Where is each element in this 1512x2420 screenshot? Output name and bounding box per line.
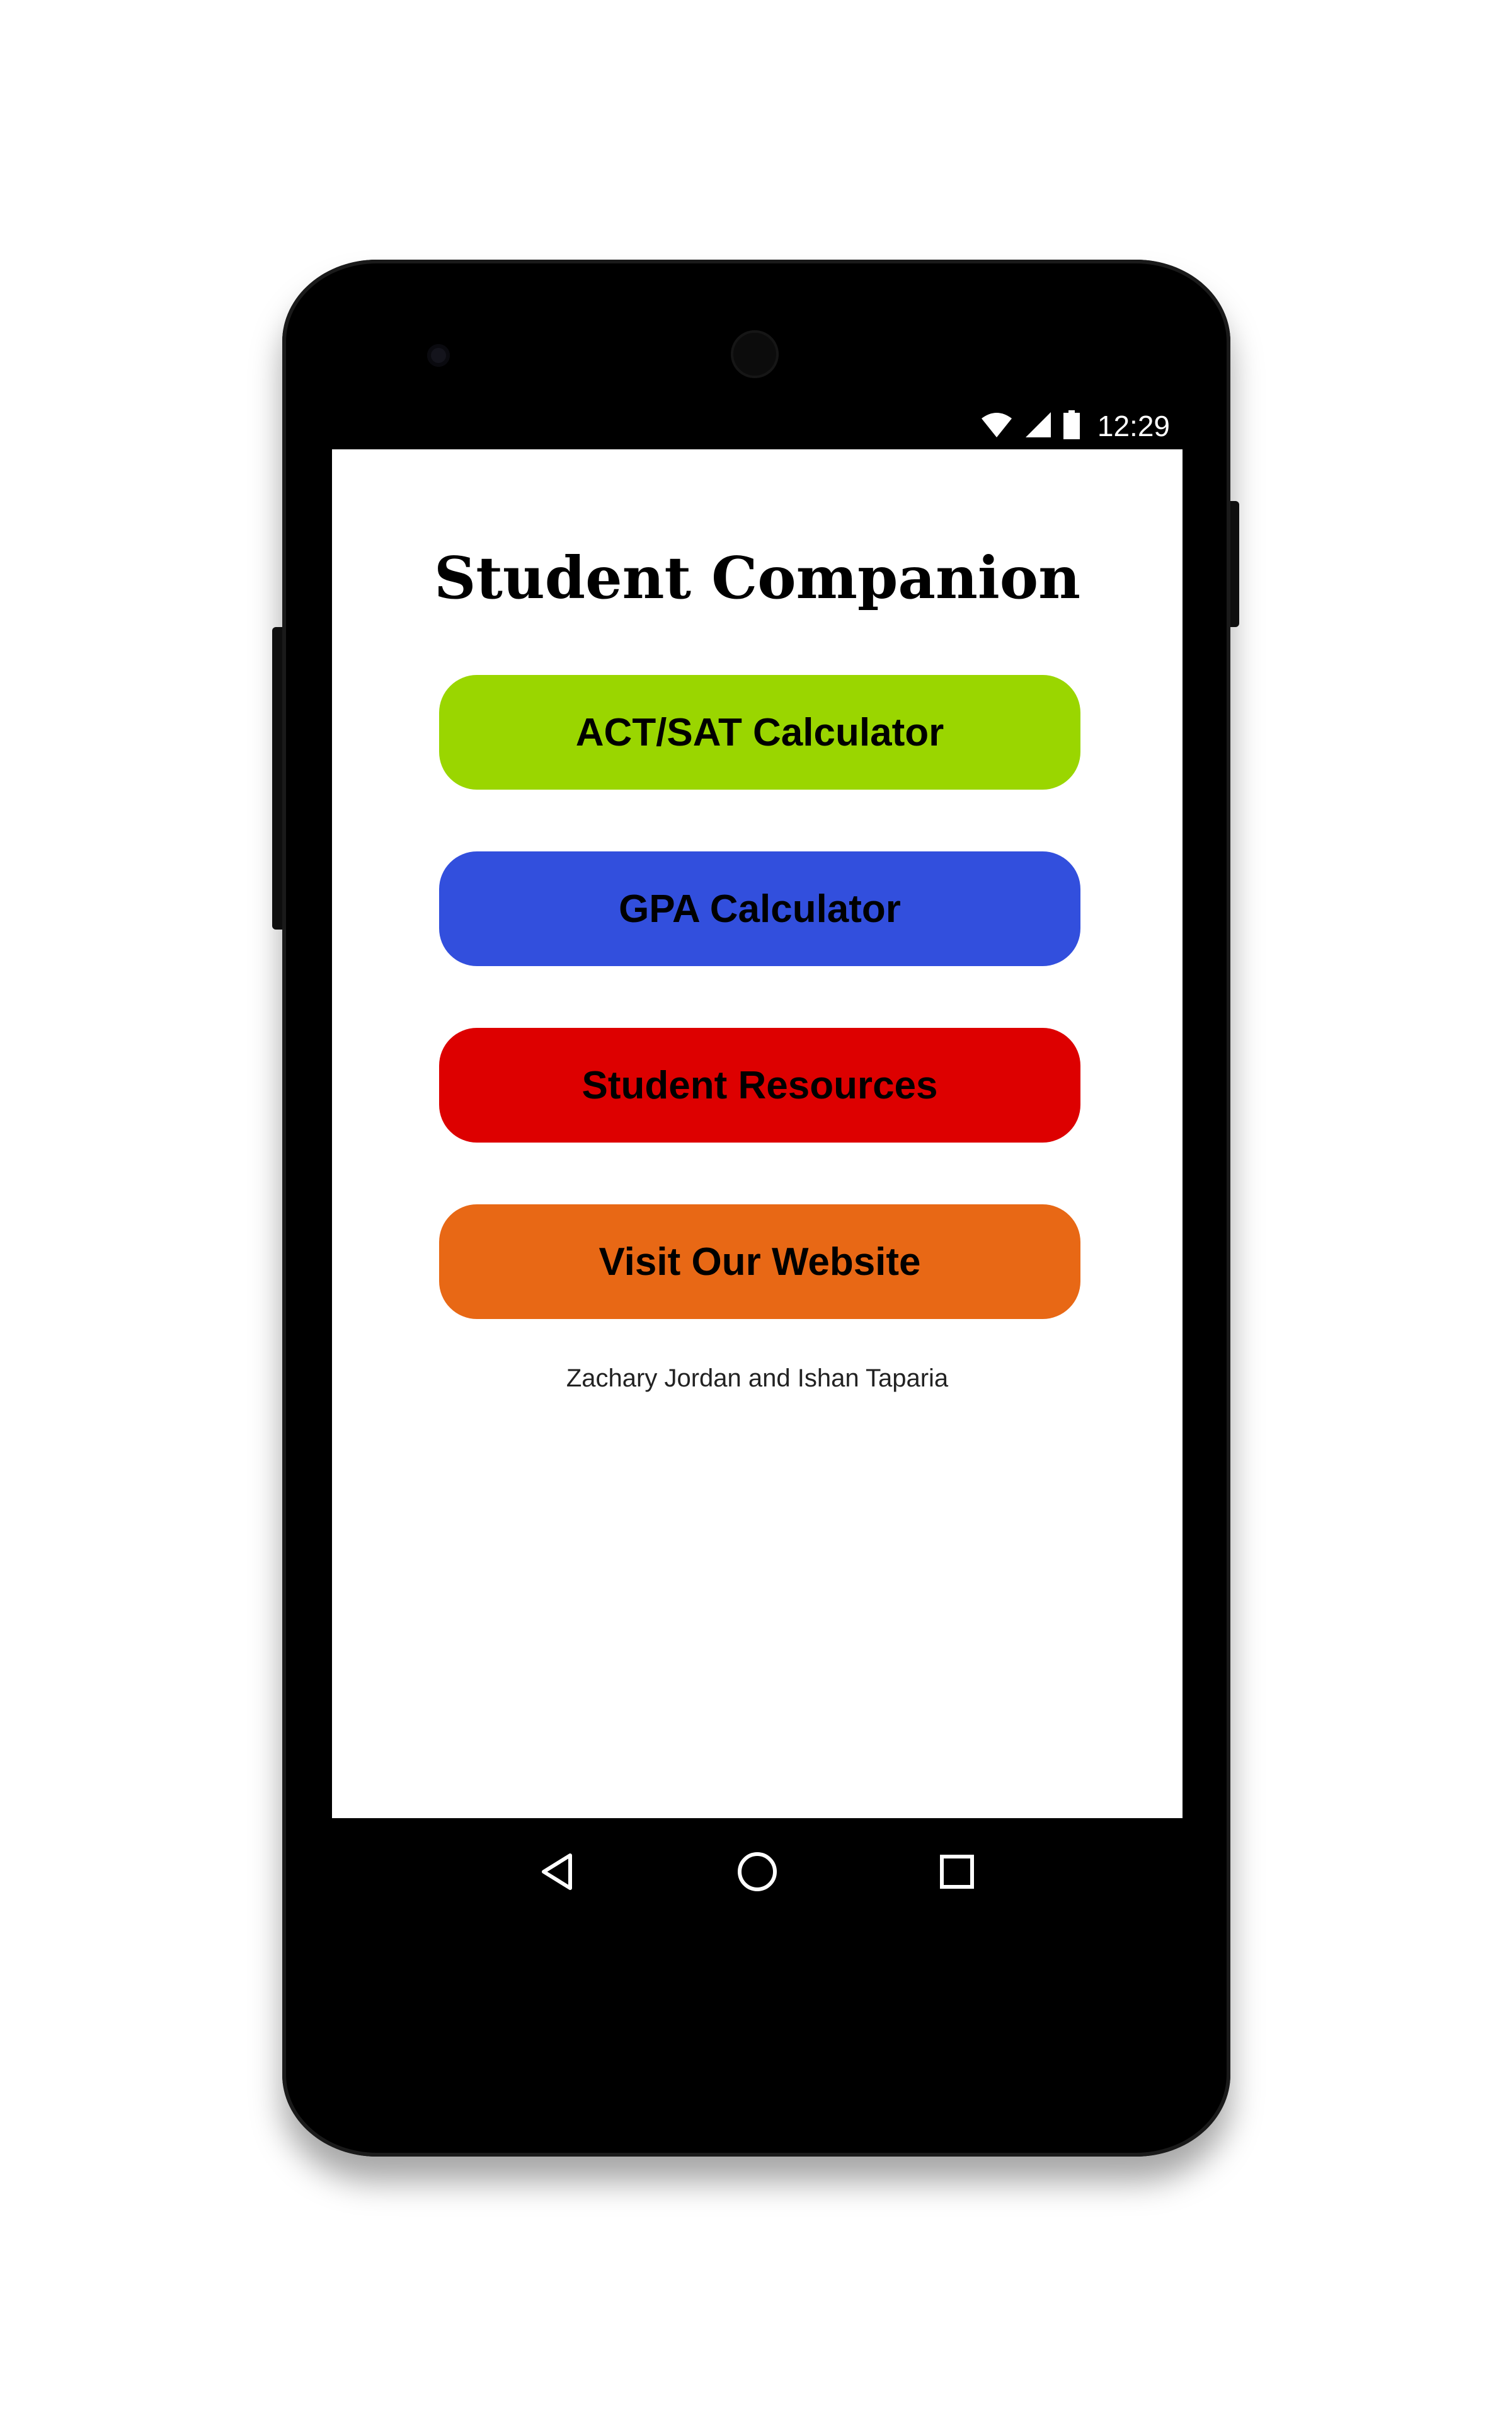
wifi-icon — [980, 411, 1013, 442]
button-label: Visit Our Website — [598, 1240, 921, 1284]
front-camera — [427, 344, 450, 367]
app-screen: Student Companion ACT/SAT Calculator GPA… — [332, 449, 1183, 1818]
home-button[interactable] — [726, 1840, 789, 1903]
back-button[interactable] — [526, 1840, 589, 1903]
navigation-bar — [332, 1818, 1183, 1925]
button-label: ACT/SAT Calculator — [575, 710, 944, 754]
button-label: Student Resources — [581, 1063, 938, 1107]
battery-icon — [1063, 410, 1080, 442]
signal-icon — [1024, 411, 1052, 442]
status-bar: 12:29 — [332, 403, 1183, 449]
recents-button[interactable] — [925, 1840, 988, 1903]
gpa-calculator-button[interactable]: GPA Calculator — [439, 851, 1080, 966]
back-icon — [542, 1853, 573, 1890]
app-title: Student Companion — [433, 544, 1081, 612]
home-icon — [737, 1852, 777, 1891]
button-label: GPA Calculator — [619, 887, 901, 931]
recents-icon — [939, 1855, 974, 1889]
device-mockup: 12:29 Student Companion ACT/SAT Calculat… — [0, 0, 1512, 2420]
act-sat-calculator-button[interactable]: ACT/SAT Calculator — [439, 675, 1080, 790]
student-resources-button[interactable]: Student Resources — [439, 1028, 1080, 1143]
visit-website-button[interactable]: Visit Our Website — [439, 1204, 1080, 1319]
credits-text: Zachary Jordan and Ishan Taparia — [566, 1364, 949, 1392]
status-time: 12:29 — [1097, 410, 1170, 442]
earpiece-speaker — [731, 330, 779, 378]
